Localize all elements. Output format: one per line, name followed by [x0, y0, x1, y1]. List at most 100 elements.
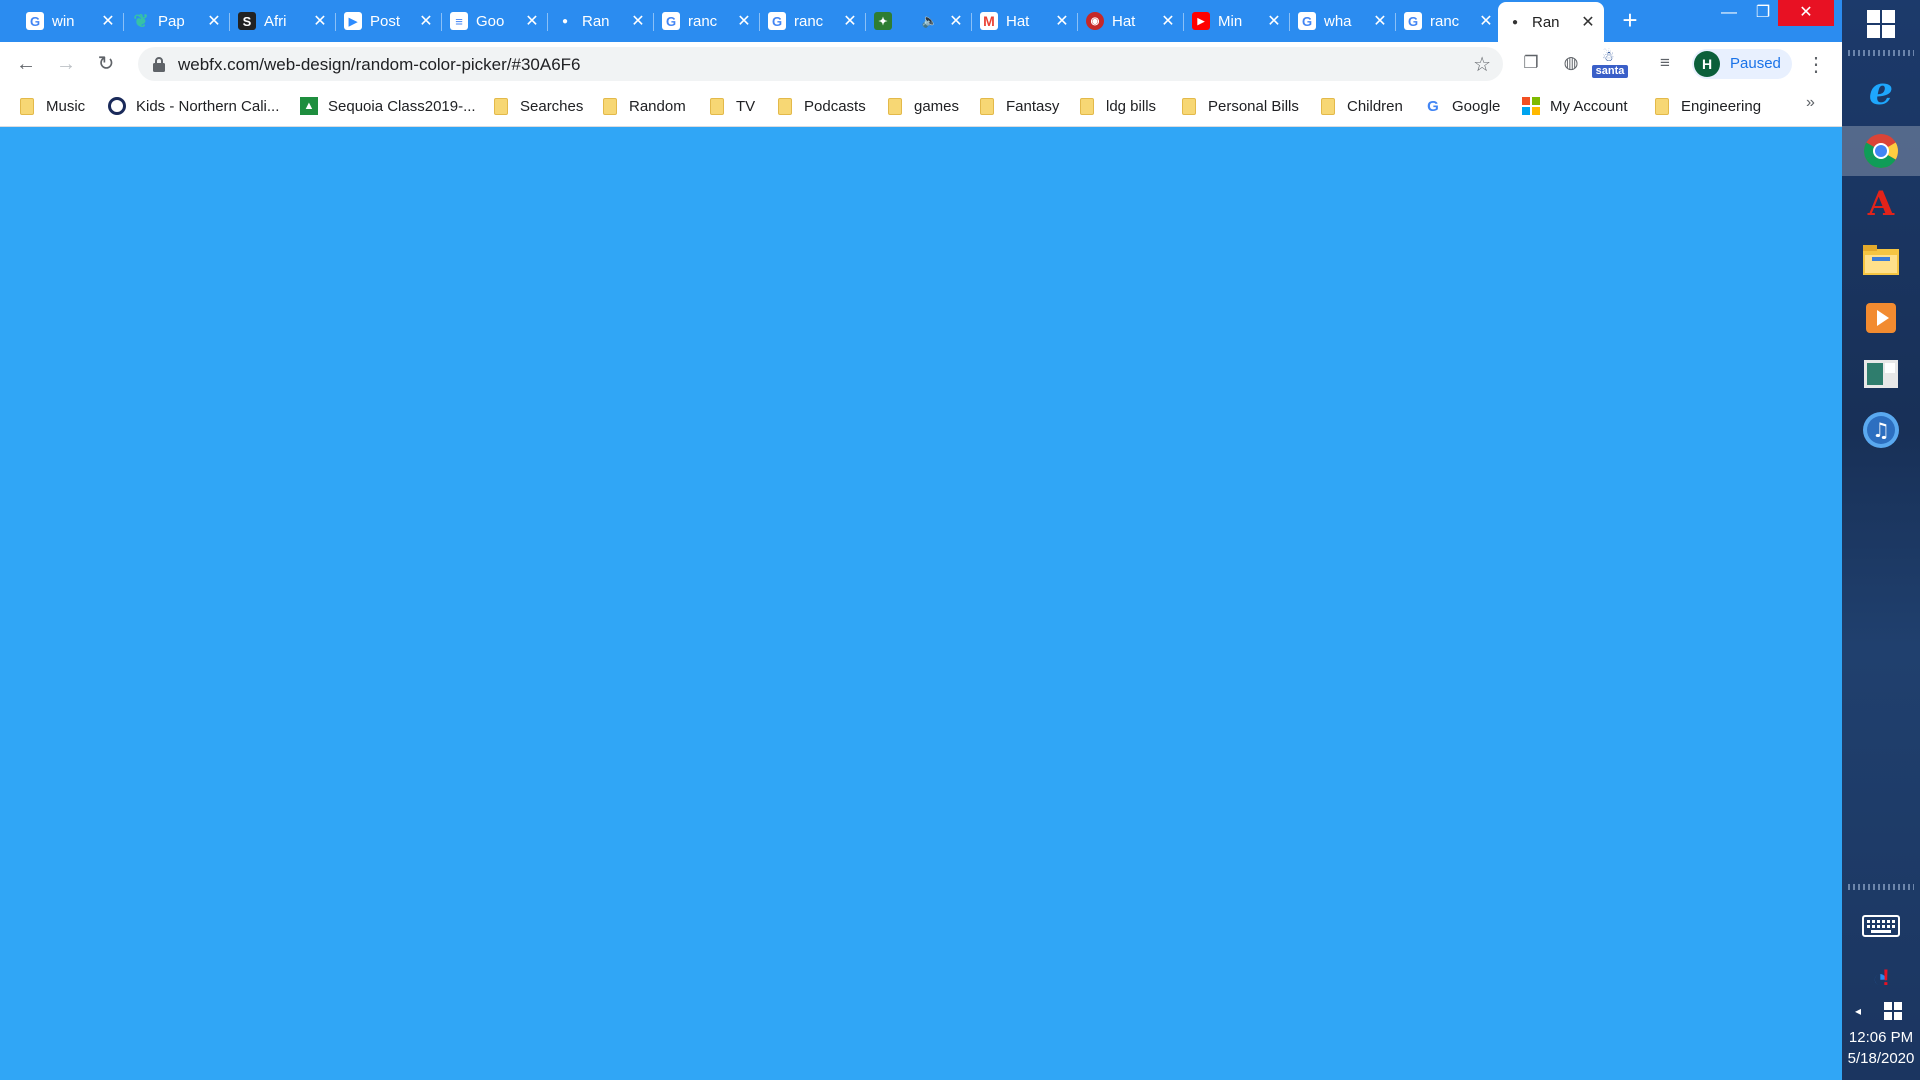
- touch-keyboard-icon[interactable]: [1861, 906, 1901, 946]
- bookmark-label: Google: [1452, 97, 1501, 115]
- close-icon[interactable]: ✕: [1372, 11, 1388, 31]
- close-icon[interactable]: ✕: [312, 11, 328, 31]
- windows-taskbar: e A ♫ ◔! ◂ 12:06 PM 5/18/2020: [1842, 0, 1920, 1080]
- sefaria-icon: S: [238, 12, 256, 30]
- address-bar[interactable]: webfx.com/web-design/random-color-picker…: [138, 47, 1503, 81]
- bookmark-folder-music[interactable]: Music: [20, 94, 85, 118]
- restore-button[interactable]: ❐: [1746, 0, 1780, 26]
- clock-time: 12:06 PM: [1848, 1029, 1914, 1046]
- bookmark-label: Kids - Northern Cali...: [136, 97, 280, 115]
- youtube-icon: ▶: [1192, 12, 1210, 30]
- internet-explorer-icon[interactable]: e: [1861, 68, 1901, 113]
- bookmark-folder-searches[interactable]: Searches: [494, 94, 583, 118]
- bookmark-label: TV: [736, 97, 756, 115]
- tab[interactable]: ◉ Hat ✕: [1078, 6, 1184, 36]
- acrobat-icon[interactable]: A: [1861, 184, 1901, 224]
- close-icon[interactable]: ✕: [1266, 11, 1282, 31]
- bookmark-star-icon[interactable]: ☆: [1473, 52, 1491, 77]
- bookmark-sequoia-class[interactable]: ▲ Sequoia Class2019-...: [300, 94, 476, 118]
- close-icon[interactable]: ✕: [1580, 12, 1596, 32]
- folder-icon: [494, 97, 508, 115]
- tab[interactable]: G ranc ✕: [1396, 6, 1502, 36]
- windows-start-icon[interactable]: [1861, 4, 1901, 44]
- folder-icon: [1182, 97, 1196, 115]
- santa-extension-icon[interactable]: ☃ santa: [1592, 48, 1628, 78]
- bookmarks-overflow-icon[interactable]: »: [1806, 94, 1815, 112]
- close-icon[interactable]: ✕: [736, 11, 752, 31]
- tab-title: Min: [1218, 12, 1243, 30]
- bookmark-folder-children[interactable]: Children: [1321, 94, 1403, 118]
- bookmark-folder-fantasy[interactable]: Fantasy: [980, 94, 1059, 118]
- tab-title: Hat: [1112, 12, 1136, 30]
- url-text: webfx.com/web-design/random-color-picker…: [178, 55, 581, 74]
- close-icon[interactable]: ✕: [630, 11, 646, 31]
- reload-button[interactable]: ↻: [94, 52, 118, 76]
- tab[interactable]: ✦ 🔈 ✕: [866, 6, 972, 36]
- media-queue-icon[interactable]: ≡: [1654, 52, 1676, 74]
- tab-title: Afri: [264, 12, 287, 30]
- close-icon[interactable]: ✕: [100, 11, 116, 31]
- profile-button[interactable]: H Paused: [1692, 49, 1792, 79]
- close-icon[interactable]: ✕: [1478, 11, 1494, 31]
- close-icon[interactable]: ✕: [948, 11, 964, 31]
- tab-active[interactable]: ● Ran ✕: [1498, 2, 1604, 42]
- tab[interactable]: ● Ran ✕: [548, 6, 654, 36]
- tab[interactable]: G ranc ✕: [654, 6, 760, 36]
- chrome-icon[interactable]: [1842, 126, 1920, 176]
- tab[interactable]: ▶ Post ✕: [336, 6, 442, 36]
- extension-shield-icon[interactable]: ◍: [1560, 52, 1582, 74]
- paper-icon: ❦: [133, 10, 149, 31]
- tab-title: wha: [1324, 12, 1352, 30]
- tab[interactable]: G wha ✕: [1290, 6, 1396, 36]
- tab[interactable]: G win ✕: [18, 6, 124, 36]
- forward-button[interactable]: →: [54, 52, 78, 76]
- minimize-button[interactable]: —: [1712, 0, 1746, 26]
- bookmark-folder-random[interactable]: Random: [603, 94, 686, 118]
- bookmark-google[interactable]: G Google: [1424, 94, 1500, 118]
- close-icon[interactable]: ✕: [842, 11, 858, 31]
- browser-menu-icon[interactable]: ⋮: [1806, 52, 1826, 77]
- browser-window: G win ✕ ❦ Pap ✕ S Afri ✕ ▶ Post ✕ ≡ Goo …: [0, 0, 1842, 1080]
- close-icon[interactable]: ✕: [524, 11, 540, 31]
- microsoft-icon: [1522, 97, 1540, 115]
- bookmark-kids[interactable]: Kids - Northern Cali...: [108, 94, 279, 118]
- gmail-icon: M: [980, 12, 998, 30]
- close-icon[interactable]: ✕: [1160, 11, 1176, 31]
- close-icon[interactable]: ✕: [418, 11, 434, 31]
- media-player-icon[interactable]: [1861, 298, 1901, 338]
- close-icon[interactable]: ✕: [206, 11, 222, 31]
- google-icon: G: [26, 12, 44, 30]
- tab[interactable]: S Afri ✕: [230, 6, 336, 36]
- back-button[interactable]: ←: [14, 52, 38, 76]
- bookmark-label: Searches: [520, 97, 584, 115]
- tab[interactable]: M Hat ✕: [972, 6, 1078, 36]
- tab[interactable]: ≡ Goo ✕: [442, 6, 548, 36]
- window-close-button[interactable]: ✕: [1778, 0, 1834, 26]
- tab-title: ranc: [688, 12, 718, 30]
- tab-title: Hat: [1006, 12, 1030, 30]
- tab[interactable]: ▶ Min ✕: [1184, 6, 1290, 36]
- close-icon[interactable]: ✕: [1054, 11, 1070, 31]
- network-alert-icon[interactable]: ◔!: [1861, 958, 1901, 998]
- bookmark-folder-ldg-bills[interactable]: ldg bills: [1080, 94, 1156, 118]
- speaker-icon[interactable]: 🔈: [922, 13, 938, 29]
- bookmark-my-account[interactable]: My Account: [1522, 94, 1628, 118]
- bookmark-folder-podcasts[interactable]: Podcasts: [778, 94, 866, 118]
- bookmark-folder-games[interactable]: games: [888, 94, 959, 118]
- file-explorer-icon[interactable]: [1861, 240, 1901, 280]
- photo-viewer-icon[interactable]: [1861, 354, 1901, 394]
- show-hidden-icons-icon[interactable]: ◂: [1848, 996, 1868, 1026]
- bookmark-label: ldg bills: [1106, 97, 1157, 115]
- new-tab-button[interactable]: +: [1618, 7, 1642, 33]
- tab-title: ranc: [1430, 12, 1460, 30]
- tab-strip: G win ✕ ❦ Pap ✕ S Afri ✕ ▶ Post ✕ ≡ Goo …: [0, 0, 1842, 42]
- extension-copy-icon[interactable]: ❐: [1520, 52, 1542, 74]
- bookmark-folder-personal-bills[interactable]: Personal Bills: [1182, 94, 1299, 118]
- action-center-icon[interactable]: [1878, 996, 1908, 1026]
- bookmark-folder-engineering[interactable]: Engineering: [1655, 94, 1761, 118]
- system-clock[interactable]: 12:06 PM 5/18/2020: [1842, 1027, 1920, 1069]
- itunes-icon[interactable]: ♫: [1861, 410, 1901, 450]
- tab[interactable]: ❦ Pap ✕: [124, 6, 230, 36]
- bookmark-folder-tv[interactable]: TV: [710, 94, 755, 118]
- tab[interactable]: G ranc ✕: [760, 6, 866, 36]
